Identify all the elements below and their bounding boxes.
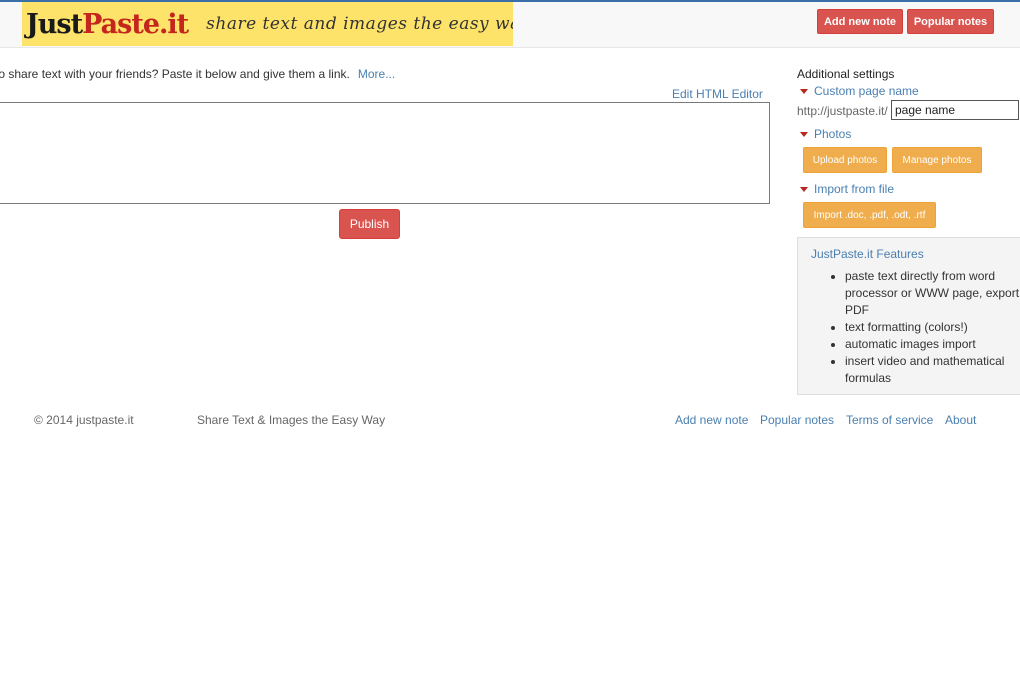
features-list: paste text directly from word processor … <box>798 268 1020 387</box>
popular-notes-button[interactable]: Popular notes <box>907 9 994 34</box>
header: JustPaste.it share text and images the e… <box>0 0 1020 48</box>
caret-down-icon <box>800 132 808 137</box>
more-link[interactable]: More... <box>358 67 395 81</box>
photos-label: Photos <box>814 127 852 141</box>
feature-item: paste text directly from word processor … <box>845 268 1020 319</box>
logo[interactable]: JustPaste.it share text and images the e… <box>22 2 513 46</box>
page-name-input[interactable] <box>891 100 1019 120</box>
feature-item: text formatting (colors!) <box>845 319 1020 336</box>
footer-link-add-new-note[interactable]: Add new note <box>675 413 748 427</box>
publish-button[interactable]: Publish <box>339 209 400 239</box>
logo-tagline: share text and images the easy way <box>206 14 513 34</box>
edit-html-editor-link[interactable]: Edit HTML Editor <box>672 87 763 101</box>
features-title: JustPaste.it Features <box>811 247 924 261</box>
page: JustPaste.it share text and images the e… <box>0 0 1020 680</box>
custom-page-name-label: Custom page name <box>814 84 919 98</box>
note-editor[interactable] <box>0 102 770 204</box>
upload-photos-button[interactable]: Upload photos <box>803 147 887 173</box>
footer-link-popular-notes[interactable]: Popular notes <box>760 413 834 427</box>
import-from-file-toggle[interactable]: Import from file <box>800 182 894 196</box>
intro-text: to share text with your friends? Paste i… <box>0 67 395 81</box>
custom-page-name-toggle[interactable]: Custom page name <box>800 84 919 98</box>
url-prefix: http://justpaste.it/ <box>797 104 888 118</box>
features-panel: JustPaste.it Features paste text directl… <box>797 237 1020 395</box>
import-from-file-label: Import from file <box>814 182 895 196</box>
add-new-note-button[interactable]: Add new note <box>817 9 903 34</box>
caret-down-icon <box>800 187 808 192</box>
logo-wordmark: JustPaste.it <box>26 8 189 40</box>
footer-tagline: Share Text & Images the Easy Way <box>197 413 386 427</box>
intro-sentence: to share text with your friends? Paste i… <box>0 67 350 81</box>
footer-link-about[interactable]: About <box>945 413 976 427</box>
footer-copyright: © 2014 justpaste.it <box>34 413 134 427</box>
additional-settings-title: Additional settings <box>797 67 895 81</box>
feature-item: insert video and mathematical formulas <box>845 353 1020 387</box>
caret-down-icon <box>800 89 808 94</box>
photos-toggle[interactable]: Photos <box>800 127 851 141</box>
feature-item: automatic images import <box>845 336 1020 353</box>
import-file-button[interactable]: Import .doc, .pdf, .odt, .rtf <box>803 202 936 228</box>
footer-link-terms-of-service[interactable]: Terms of service <box>846 413 933 427</box>
manage-photos-button[interactable]: Manage photos <box>892 147 982 173</box>
